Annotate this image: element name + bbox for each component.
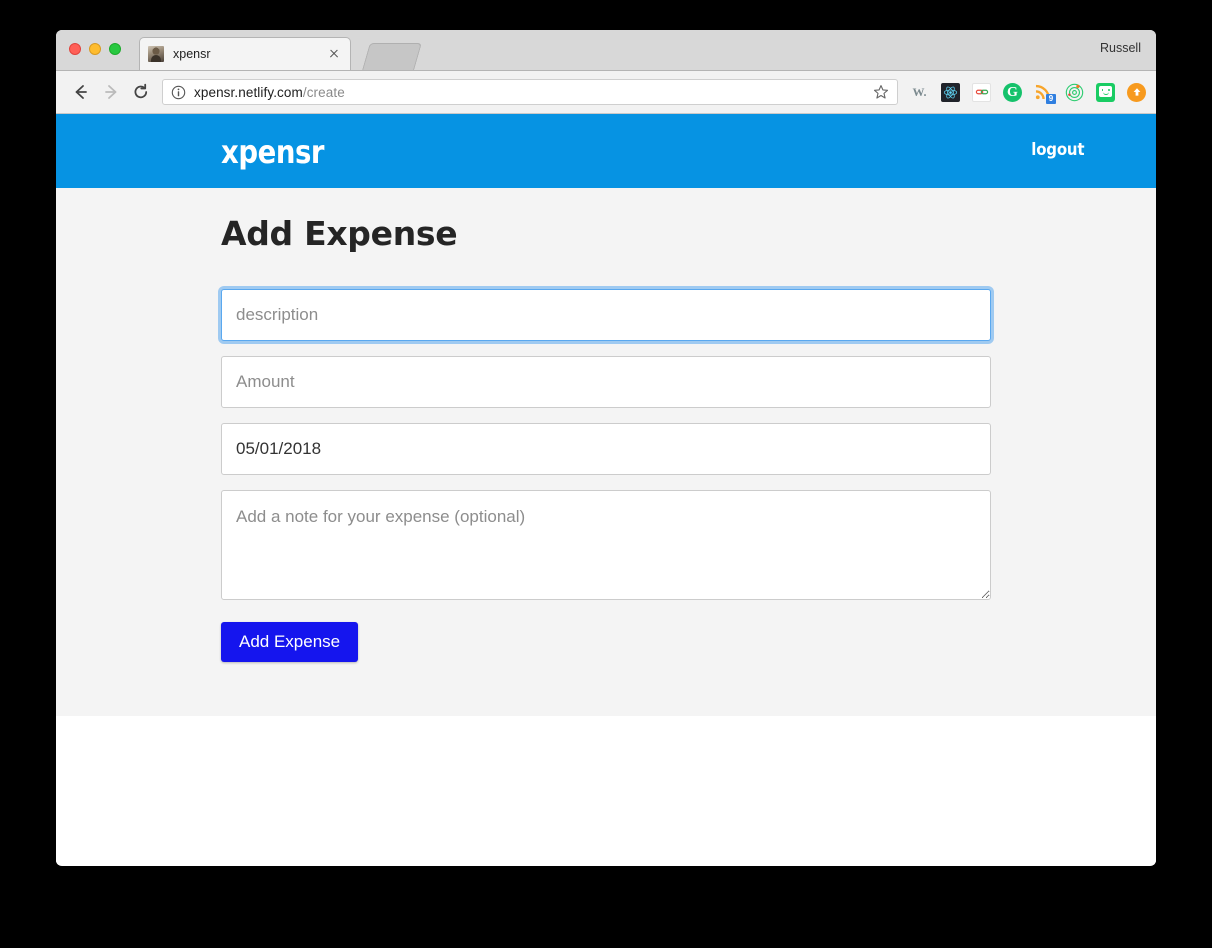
browser-tab-title: xpensr <box>173 47 211 61</box>
back-arrow-icon <box>75 85 87 99</box>
info-circle-icon[interactable] <box>171 85 186 100</box>
url-domain: xpensr.netlify.com <box>194 84 303 100</box>
minimize-window-button[interactable] <box>89 43 101 55</box>
date-input[interactable] <box>221 423 991 475</box>
radar-extension-icon[interactable] <box>1065 83 1084 102</box>
add-expense-button[interactable]: Add Expense <box>221 622 359 662</box>
page-blank-footer <box>56 716 1156 865</box>
rss-unread-badge: 9 <box>1046 93 1056 104</box>
close-tab-icon[interactable] <box>326 46 342 62</box>
upload-extension-icon[interactable] <box>1127 82 1146 102</box>
note-textarea[interactable] <box>221 490 991 600</box>
logout-link[interactable]: logout <box>1031 140 1084 160</box>
page-content-area: xpensr logout Add Expense Add Expense <box>56 114 1156 716</box>
browser-tab-active[interactable]: xpensr <box>139 37 351 70</box>
grammarly-extension-icon[interactable]: G <box>1003 82 1022 102</box>
browser-window: xpensr Russell xpensr.netlify.com/create… <box>56 30 1156 866</box>
reload-icon <box>134 83 148 99</box>
browser-extensions: W. G 9 <box>906 82 1146 104</box>
wikiwand-extension-icon[interactable]: W. <box>910 83 929 102</box>
rss-feed-extension-icon[interactable]: 9 <box>1034 83 1056 104</box>
browser-toolbar: xpensr.netlify.com/create W. G 9 <box>56 71 1156 114</box>
browser-profile-name[interactable]: Russell <box>1100 41 1141 55</box>
form-container: Add Expense Add Expense <box>221 214 991 662</box>
page-title: Add Expense <box>221 214 458 253</box>
address-bar[interactable]: xpensr.netlify.com/create <box>162 79 898 105</box>
chat-extension-icon[interactable] <box>1096 82 1115 102</box>
site-favicon <box>148 46 164 62</box>
site-header: xpensr logout <box>56 114 1156 188</box>
close-window-button[interactable] <box>69 43 81 55</box>
bookmark-star-icon[interactable] <box>873 84 889 100</box>
back-button[interactable] <box>66 77 96 107</box>
url-path: /create <box>302 84 345 100</box>
smiley-face-icon <box>1101 88 1110 95</box>
page-viewport: xpensr logout Add Expense Add Expense <box>56 114 1156 865</box>
screen: xpensr Russell xpensr.netlify.com/create… <box>0 0 1212 948</box>
reload-button[interactable] <box>126 77 156 107</box>
forward-arrow-icon <box>105 85 117 99</box>
window-traffic-lights <box>69 43 121 55</box>
maximize-window-button[interactable] <box>109 43 121 55</box>
new-tab-placeholder[interactable] <box>362 43 422 70</box>
amount-input[interactable] <box>221 356 991 408</box>
site-logo[interactable]: xpensr <box>221 133 325 171</box>
address-bar-url: xpensr.netlify.com/create <box>194 85 345 100</box>
browser-tab-strip: xpensr Russell <box>56 30 1156 71</box>
forward-button[interactable] <box>96 77 126 107</box>
description-input[interactable] <box>221 289 991 341</box>
link-extension-icon[interactable] <box>972 82 991 102</box>
react-devtools-extension-icon[interactable] <box>941 82 960 102</box>
